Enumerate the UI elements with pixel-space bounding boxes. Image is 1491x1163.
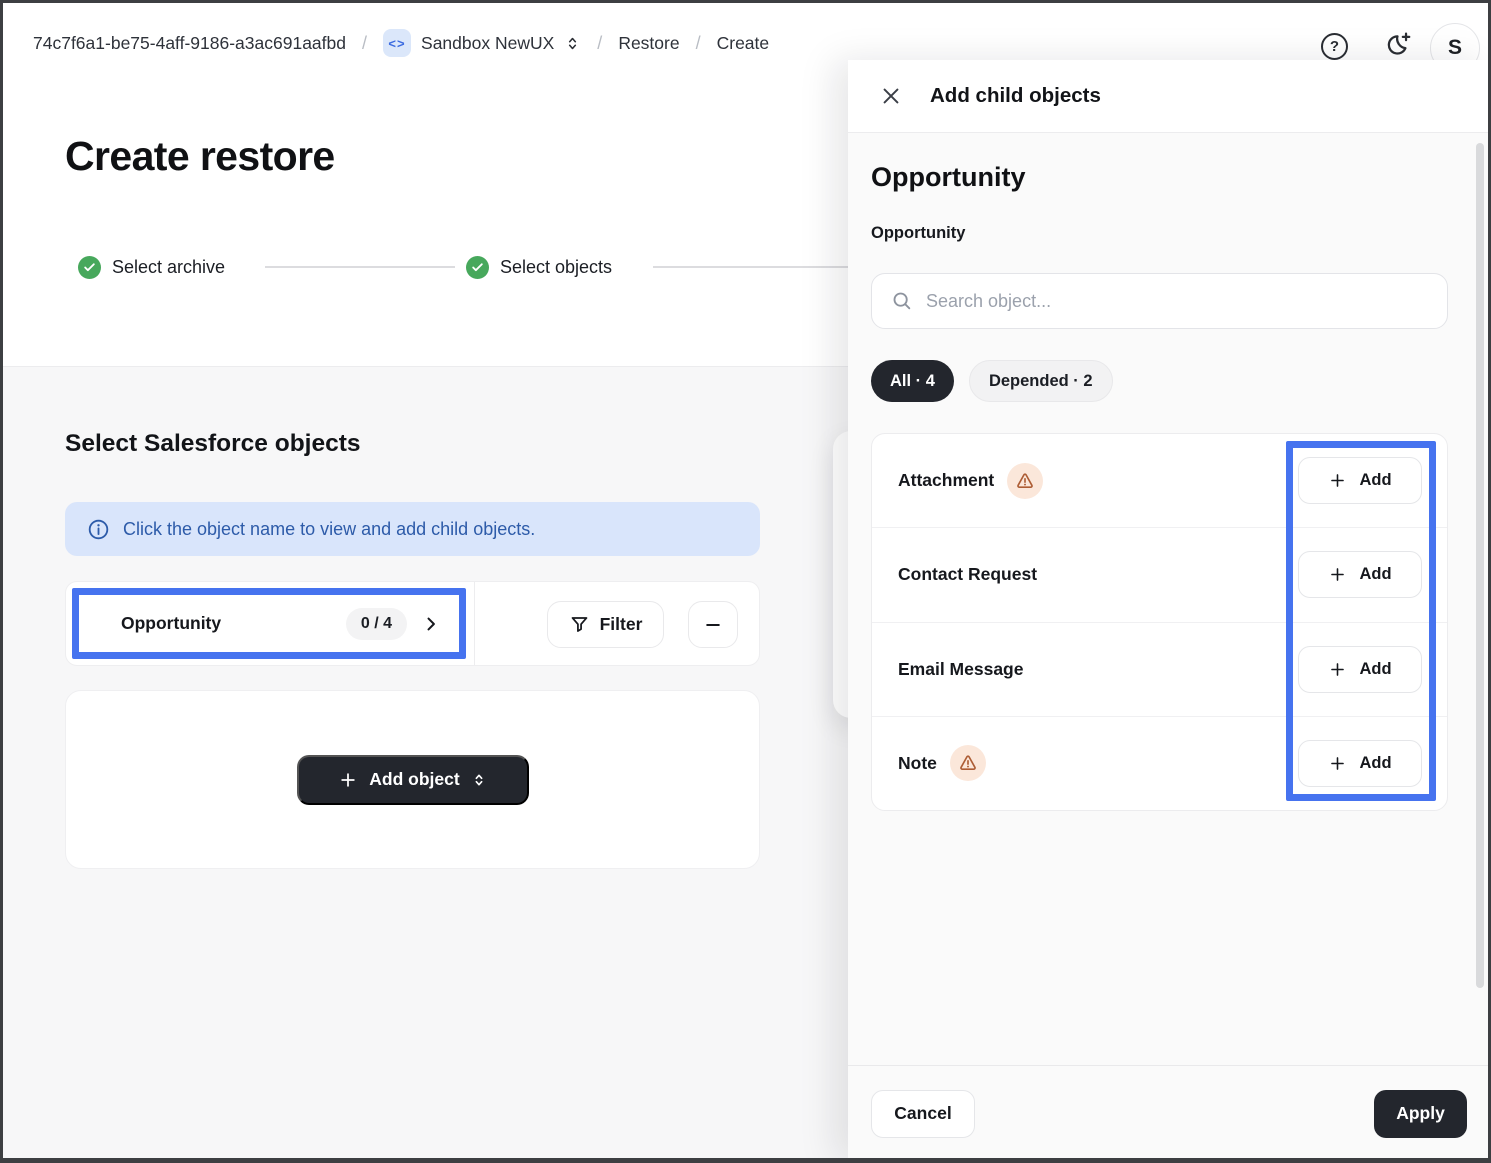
add-button-contact-request[interactable]: Add: [1298, 551, 1422, 598]
plus-icon: [1328, 565, 1347, 584]
info-icon: [87, 518, 110, 541]
child-object-name: Attachment: [898, 470, 994, 491]
step-complete-icon: [466, 256, 489, 279]
chevron-up-down-icon: [471, 772, 487, 788]
chevron-up-down-icon[interactable]: [564, 35, 581, 52]
add-object-button[interactable]: Add object: [297, 755, 529, 805]
plus-icon: [338, 770, 358, 790]
breadcrumb-session-id[interactable]: 74c7f6a1-be75-4aff-9186-a3ac691aafbd: [33, 33, 346, 54]
search-icon: [891, 290, 913, 312]
list-item-contact-request: Contact Request Add: [872, 527, 1447, 621]
add-label: Add: [1359, 660, 1391, 679]
search-box: [871, 273, 1448, 329]
panel-header: Add child objects: [848, 60, 1491, 133]
step-label-select-objects: Select objects: [500, 257, 612, 278]
add-button-note[interactable]: Add: [1298, 740, 1422, 787]
scrollbar[interactable]: [1476, 143, 1484, 988]
list-item-email-message: Email Message Add: [872, 622, 1447, 716]
add-object-label: Add object: [369, 769, 459, 790]
filter-chips: All · 4 Depended · 2: [871, 360, 1113, 402]
object-row-opportunity[interactable]: Opportunity 0 / 4: [72, 588, 466, 659]
filter-label: Filter: [600, 614, 643, 635]
add-child-objects-panel: Add child objects Opportunity Opportunit…: [848, 60, 1491, 1161]
panel-object-subtitle: Opportunity: [871, 224, 965, 243]
close-icon[interactable]: [880, 85, 902, 107]
child-object-name: Note: [898, 753, 937, 774]
child-object-name: Contact Request: [898, 564, 1037, 585]
step-connector: [265, 266, 455, 268]
app-window: 74c7f6a1-be75-4aff-9186-a3ac691aafbd / <…: [0, 0, 1491, 1163]
step-label-select-archive: Select archive: [112, 257, 225, 278]
warning-icon: [950, 745, 986, 781]
list-item-note: Note Add: [872, 716, 1447, 810]
divider: [474, 582, 475, 665]
info-banner: Click the object name to view and add ch…: [65, 502, 760, 556]
filter-button[interactable]: Filter: [547, 601, 664, 648]
object-name[interactable]: Opportunity: [121, 613, 332, 634]
add-label: Add: [1359, 471, 1391, 490]
search-input[interactable]: [926, 291, 1428, 312]
add-button-email-message[interactable]: Add: [1298, 646, 1422, 693]
code-icon: <>: [383, 29, 411, 57]
selected-count-badge: 0 / 4: [346, 608, 407, 640]
plus-icon: [1328, 660, 1347, 679]
chip-all[interactable]: All · 4: [871, 360, 954, 402]
section-title: Select Salesforce objects: [65, 430, 361, 458]
info-banner-text: Click the object name to view and add ch…: [123, 519, 535, 540]
add-object-card: Add object: [65, 690, 760, 869]
cancel-button[interactable]: Cancel: [871, 1090, 975, 1138]
page-title: Create restore: [65, 133, 335, 180]
panel-title: Add child objects: [930, 84, 1101, 108]
breadcrumb-separator: /: [362, 33, 367, 54]
list-item-attachment: Attachment Add: [872, 434, 1447, 527]
breadcrumb-restore[interactable]: Restore: [618, 33, 679, 54]
chevron-right-icon[interactable]: [421, 614, 441, 634]
object-row-card: Opportunity 0 / 4 Filter: [65, 581, 760, 666]
remove-object-button[interactable]: [688, 601, 738, 648]
child-objects-list: Attachment Add Contact Request Add: [871, 433, 1448, 811]
breadcrumb-separator: /: [597, 33, 602, 54]
step-complete-icon: [78, 256, 101, 279]
breadcrumb: 74c7f6a1-be75-4aff-9186-a3ac691aafbd / <…: [33, 3, 769, 83]
step-connector: [653, 266, 848, 268]
panel-footer: Cancel Apply: [848, 1065, 1491, 1161]
plus-icon: [1328, 754, 1347, 773]
add-label: Add: [1359, 565, 1391, 584]
add-label: Add: [1359, 754, 1391, 773]
workspace-label: Sandbox NewUX: [421, 33, 554, 54]
chip-depended[interactable]: Depended · 2: [969, 360, 1113, 402]
plus-icon: [1328, 471, 1347, 490]
help-icon[interactable]: ?: [1321, 33, 1348, 60]
add-button-attachment[interactable]: Add: [1298, 457, 1422, 504]
breadcrumb-create[interactable]: Create: [717, 33, 770, 54]
filter-icon: [569, 614, 590, 635]
breadcrumb-separator: /: [696, 33, 701, 54]
child-object-name: Email Message: [898, 659, 1023, 680]
minus-icon: [703, 615, 723, 635]
panel-object-title: Opportunity: [871, 162, 1025, 193]
warning-icon: [1007, 463, 1043, 499]
apply-button[interactable]: Apply: [1374, 1090, 1467, 1138]
breadcrumb-workspace[interactable]: <> Sandbox NewUX: [383, 29, 581, 57]
